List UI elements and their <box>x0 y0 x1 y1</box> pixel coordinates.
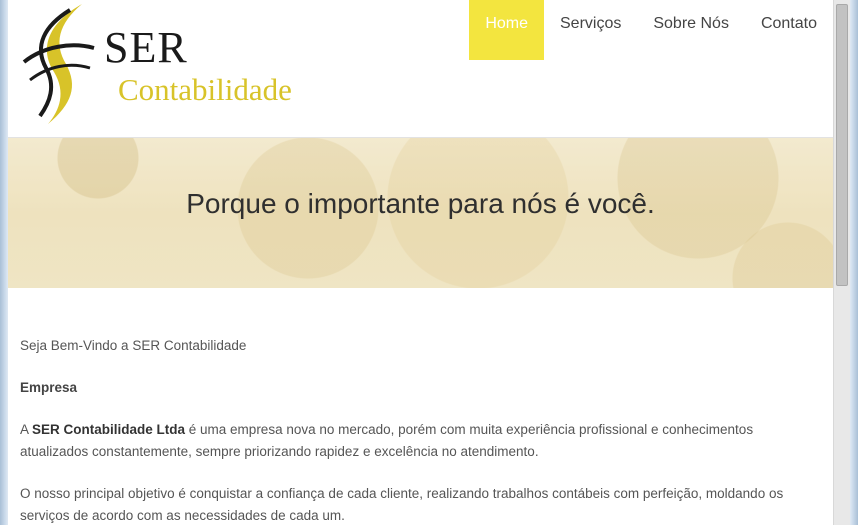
vertical-scrollbar[interactable] <box>833 0 850 525</box>
company-name: SER Contabilidade Ltda <box>32 422 186 437</box>
window-left-border <box>0 0 8 525</box>
logo-title: SER <box>104 23 188 72</box>
welcome-text: Seja Bem-Vindo a SER Contabilidade <box>20 338 247 353</box>
section-heading: Empresa <box>20 380 78 395</box>
objective-paragraph: O nosso principal objetivo é conquistar … <box>20 486 784 523</box>
site-logo[interactable]: SER Contabilidade <box>20 2 310 127</box>
hero-banner: Porque o importante para nós é você. <box>8 138 833 288</box>
nav-home[interactable]: Home <box>469 0 544 60</box>
nav-contato[interactable]: Contato <box>745 0 833 60</box>
site-header: SER Contabilidade Home Serviços Sobre Nó… <box>8 0 833 138</box>
hero-title: Porque o importante para nós é você. <box>186 188 655 219</box>
window-right-border <box>850 0 858 525</box>
scrollbar-thumb[interactable] <box>836 4 848 286</box>
logo-swirl-icon <box>22 4 95 124</box>
nav-sobre-nos[interactable]: Sobre Nós <box>637 0 745 60</box>
main-nav: Home Serviços Sobre Nós Contato <box>469 0 833 60</box>
web-page: SER Contabilidade Home Serviços Sobre Nó… <box>8 0 833 525</box>
logo-subtitle: Contabilidade <box>118 72 292 107</box>
nav-servicos[interactable]: Serviços <box>544 0 637 60</box>
company-paragraph: A SER Contabilidade Ltda é uma empresa n… <box>20 419 810 463</box>
para1-prefix: A <box>20 422 33 437</box>
